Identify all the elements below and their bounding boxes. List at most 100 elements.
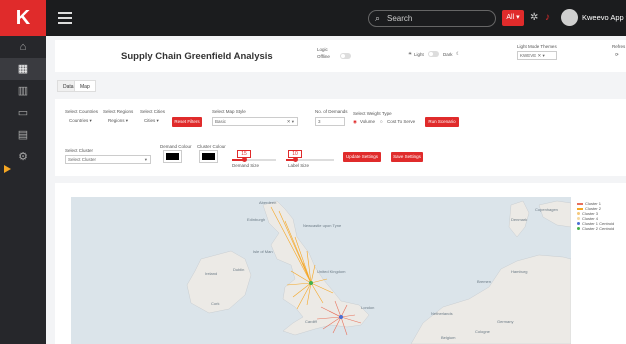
cluster-label: Select Cluster — [65, 148, 94, 153]
map-label-aberdeen: Aberdeen — [259, 200, 276, 205]
reset-filters-button[interactable]: Reset Filters — [172, 117, 202, 127]
sidebar-item-documents[interactable]: ▤ — [0, 124, 46, 146]
refresh-icon[interactable]: ⟳ — [615, 52, 619, 58]
map-style-value: Basic — [215, 119, 227, 124]
demand-colour-swatch[interactable] — [163, 150, 182, 163]
sidebar-item-dashboard[interactable]: ▦ — [0, 58, 46, 80]
brand-logo[interactable]: K — [0, 0, 46, 36]
regions-label: Select Regions — [103, 109, 134, 114]
legend-swatch — [577, 227, 580, 231]
label-size-label: Label Size — [288, 163, 310, 168]
map-label-dublin: Dublin — [233, 267, 244, 272]
sidebar-item-folders[interactable]: ▭ — [0, 102, 46, 124]
notification-bell-icon[interactable]: ♪ — [545, 12, 550, 23]
countries-value: Countries — [69, 118, 89, 123]
legend-swatch — [577, 222, 580, 226]
map-label-isle-of-man: Isle of Man — [253, 249, 273, 254]
map-label-denmark: Denmark — [511, 217, 527, 222]
hamburger-menu-icon[interactable] — [58, 12, 72, 24]
cost-to-serve-radio-label: Cost To Serve — [387, 119, 416, 124]
logic-value: Offline — [317, 54, 330, 59]
page-title: Supply Chain Greenfield Analysis — [121, 51, 273, 62]
cluster-colour-swatch[interactable] — [199, 150, 218, 163]
sun-icon: ☀ — [408, 51, 413, 56]
regions-value: Regions — [108, 118, 125, 123]
light-label: Light — [414, 52, 424, 57]
countries-select[interactable]: Countries ▾ — [69, 118, 92, 124]
sidebar-item-reports[interactable]: ▥ — [0, 80, 46, 102]
legend-swatch — [577, 202, 583, 205]
volume-radio[interactable]: ◉ — [353, 119, 357, 125]
settings-icon[interactable]: ✲ — [530, 12, 538, 23]
legend-swatch — [577, 207, 583, 210]
regions-select[interactable]: Regions ▾ — [108, 118, 128, 124]
tab-map[interactable]: Map — [74, 80, 96, 92]
dark-label: Dark — [443, 52, 453, 57]
top-bar: K ⌕ Search All ▾ ✲ ♪ Kweevo App ▾ — [0, 0, 626, 36]
save-settings-button[interactable]: Save Settings — [391, 152, 423, 162]
map-label-ireland: Ireland — [205, 271, 217, 276]
map-label-united-kingdom: United Kingdom — [317, 269, 346, 274]
map-style-select[interactable]: Basic ✕ ▾ — [212, 117, 298, 126]
refresh-label: Refres — [612, 44, 626, 49]
folder-icon: ▭ — [17, 107, 29, 119]
map-label-netherlands: Netherlands — [431, 311, 453, 316]
weight-type-label: Select Weight Type — [353, 111, 392, 116]
demand-size-thumb[interactable] — [242, 157, 247, 162]
theme-select[interactable]: KWEVE ✕ ▾ — [517, 51, 557, 60]
user-avatar[interactable] — [561, 9, 578, 26]
label-size-thumb[interactable] — [293, 157, 298, 162]
demand-size-label: Demand Size — [232, 163, 260, 168]
cluster-2-centroid-marker[interactable] — [309, 281, 313, 285]
cost-to-serve-radio[interactable]: ○ — [380, 119, 383, 124]
map-style-label: Select Map Style — [212, 109, 246, 114]
home-icon: ⌂ — [19, 41, 27, 53]
map-label-london: London — [361, 305, 374, 310]
volume-radio-label: Volume — [360, 119, 376, 124]
legend-label: Cluster 2 Centroid — [582, 226, 615, 231]
grid-icon: ▦ — [17, 63, 29, 75]
cluster-colour-label: Cluster Colour — [197, 144, 226, 149]
all-filter-label: All — [506, 14, 515, 21]
app-name-dropdown[interactable]: Kweevo App ▾ — [582, 13, 626, 22]
sidebar: ⌂ ▦ ▥ ▭ ▤ ⚙ — [0, 36, 46, 344]
cluster-map[interactable]: Aberdeen Edinburgh Newcastle upon Tyne I… — [71, 197, 571, 344]
logic-label: Logic — [317, 47, 328, 52]
legend-swatch — [577, 212, 580, 216]
moon-icon: ☾ — [456, 51, 461, 56]
theme-select-value: KWEVE — [520, 53, 537, 58]
map-label-cork: Cork — [211, 301, 219, 306]
search-icon: ⌕ — [375, 13, 381, 23]
document-icon: ▤ — [17, 129, 29, 141]
light-mode-themes-label: Light Mode Themes — [517, 44, 557, 49]
cluster-select[interactable]: Select Cluster ▾ — [65, 155, 151, 164]
demands-input[interactable]: 3 — [315, 117, 345, 126]
map-label-copenhagen: Copenhagen — [535, 207, 558, 212]
logic-toggle[interactable] — [340, 53, 351, 59]
demand-colour-label: Demand Colour — [160, 144, 192, 149]
map-label-belgium: Belgium — [441, 335, 456, 340]
map-label-cardiff: Cardiff — [305, 319, 318, 324]
run-scenario-button[interactable]: Run Scenario — [425, 117, 459, 127]
update-settings-button[interactable]: Update Settings — [343, 152, 381, 162]
map-label-newcastle: Newcastle upon Tyne — [303, 223, 342, 228]
app-name: Kweevo App — [582, 13, 624, 22]
cities-select[interactable]: Cities ▾ — [144, 118, 159, 124]
cluster-placeholder: Select Cluster — [68, 157, 97, 162]
map-label-hamburg: Hamburg — [511, 269, 527, 274]
map-label-germany: Germany — [497, 319, 513, 324]
chart-icon: ▥ — [17, 85, 29, 97]
sidebar-item-home[interactable]: ⌂ — [0, 36, 46, 58]
gear-icon: ⚙ — [18, 151, 28, 163]
app-root: K ⌕ Search All ▾ ✲ ♪ Kweevo App ▾ ⌂ ▦ ▥ … — [0, 0, 626, 344]
legend-swatch — [577, 217, 580, 221]
search-placeholder: Search — [387, 14, 413, 23]
map-label-bremen: Bremen — [477, 279, 491, 284]
cities-value: Cities — [144, 118, 156, 123]
legend-item-cluster-2-centroid[interactable]: Cluster 2 Centroid — [577, 226, 614, 231]
search-input[interactable]: ⌕ Search — [368, 10, 496, 27]
cities-label: Select Cities — [140, 109, 166, 114]
all-filter-button[interactable]: All ▾ — [502, 10, 524, 26]
cluster-1-centroid-marker[interactable] — [339, 315, 343, 319]
theme-toggle[interactable] — [428, 51, 439, 57]
